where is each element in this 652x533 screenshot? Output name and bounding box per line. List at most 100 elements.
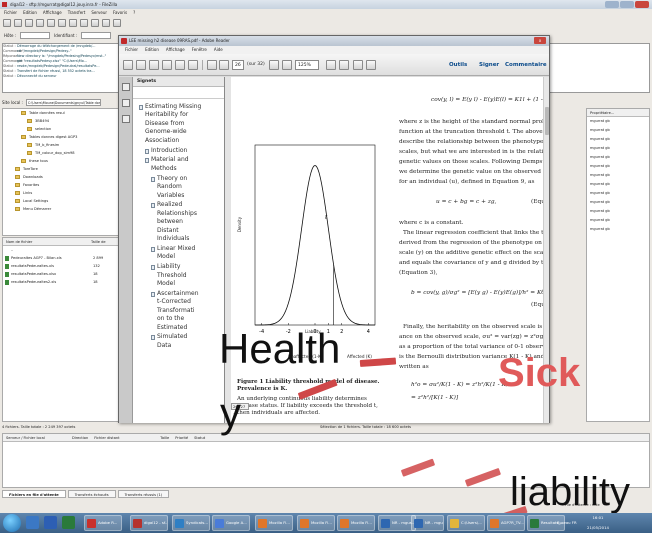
tree-item[interactable]: 3BB494 — [3, 117, 118, 125]
menu-transfert[interactable]: Transfert — [68, 9, 86, 17]
reader-menu-affichage[interactable]: Affichage — [166, 46, 185, 54]
col-server[interactable]: Serveur / Fichier local — [6, 434, 66, 441]
bookmark-item[interactable]: Ascertainmen t-Corrected Transformati on… — [157, 290, 199, 332]
menu-edition[interactable]: Edition — [23, 9, 37, 17]
pages-icon[interactable] — [122, 83, 130, 91]
col-remote[interactable]: Fichier distant — [94, 434, 154, 441]
menu-affichage[interactable]: Affichage — [43, 9, 62, 17]
reader-menu-aide[interactable]: Aide — [214, 46, 223, 54]
taskbar-button[interactable]: Syndicats... — [172, 515, 210, 531]
sign-link[interactable]: Signer — [479, 60, 499, 70]
taskbar-button[interactable]: Resultats_... — [527, 515, 565, 531]
host-input[interactable] — [20, 31, 51, 39]
taskbar-button[interactable]: Mozilla Fi... — [297, 515, 335, 531]
create-pdf-icon[interactable] — [136, 60, 146, 70]
bookmark-item[interactable]: Simulated Data — [157, 333, 187, 350]
tree-item[interactable]: ToreTore — [3, 165, 118, 173]
taskbar-button[interactable]: Adobe R... — [84, 515, 122, 531]
bookmark-item[interactable]: Estimating Missing Heritability for Dise… — [145, 103, 201, 145]
zoom-out-icon[interactable] — [269, 60, 279, 70]
toggle-tree-icon[interactable] — [25, 19, 33, 27]
file-row[interactable]: resultatsPedeuraltes.xlsx 18 — [3, 270, 118, 278]
comment-link[interactable]: Commentaire — [505, 60, 547, 70]
owner-cell[interactable]: mgurrat gb — [587, 225, 649, 234]
tab-queued[interactable]: Fichiers en file d'attente — [2, 490, 66, 498]
taskbar-button[interactable]: digal12 - sf... — [130, 515, 168, 531]
taskbar-button[interactable]: C:\Users\... — [447, 515, 485, 531]
email-icon[interactable] — [188, 60, 198, 70]
close-button[interactable] — [635, 1, 649, 8]
col-owner[interactable]: Propriétaire... — [587, 109, 649, 117]
menu-help[interactable]: ? — [133, 9, 135, 17]
comment-icon[interactable] — [353, 60, 363, 70]
tools-link[interactable]: Outils — [449, 60, 467, 70]
bookmark-item[interactable]: Realized Relationships between Distant I… — [157, 201, 197, 243]
col-priority[interactable]: Priorité — [175, 434, 188, 441]
file-row[interactable]: resultatsPedeuraltes.xls 132 — [3, 262, 118, 270]
edit-icon[interactable] — [149, 60, 159, 70]
tree-item[interactable]: selection — [3, 125, 118, 133]
pdf-scroll-thumb[interactable] — [545, 107, 549, 135]
taskbar-button[interactable]: Mozilla Fi... — [337, 515, 375, 531]
tree-item[interactable]: Downloads — [3, 173, 118, 181]
tree-item[interactable]: TM_b_finesim — [3, 141, 118, 149]
local-site-input[interactable]: C:\Users\Moune\Documents\gnyul\Table don… — [25, 98, 101, 106]
owner-cell[interactable]: mgurrat gb — [587, 126, 649, 135]
menu-favoris[interactable]: Favoris — [113, 9, 127, 17]
owner-cell[interactable]: mgurrat gb — [587, 189, 649, 198]
compare-icon[interactable] — [113, 19, 121, 27]
owner-cell[interactable]: mgurrat gb — [587, 207, 649, 216]
reader-menu-edition[interactable]: Edition — [145, 46, 159, 54]
owner-cell[interactable]: mgurrat gb — [587, 216, 649, 225]
site-manager-icon[interactable] — [3, 19, 11, 27]
taskbar-button[interactable]: Google A... — [212, 515, 250, 531]
tree-item[interactable]: TM_colour_dop_sim98 — [3, 149, 118, 157]
excel-icon[interactable] — [62, 516, 75, 529]
owner-cell[interactable]: mgurrat gb — [587, 144, 649, 153]
attachments-icon[interactable] — [122, 115, 130, 123]
taskbar-button[interactable]: AGP7R_TV... — [487, 515, 525, 531]
col-size[interactable]: Taille de — [91, 238, 106, 245]
user-input[interactable] — [81, 31, 112, 39]
owner-cell[interactable]: mgurrat gb — [587, 162, 649, 171]
fit-page-icon[interactable] — [326, 60, 336, 70]
tree-item[interactable]: Table données resul — [3, 109, 118, 117]
bookmark-item[interactable]: Material and Methods — [151, 156, 189, 173]
reader-menu-fichier[interactable]: Fichier — [125, 46, 138, 54]
next-page-icon[interactable] — [219, 60, 229, 70]
menu-serveur[interactable]: Serveur — [91, 9, 107, 17]
bookmark-item[interactable]: Liability Threshold Model — [157, 263, 187, 288]
col-filename[interactable]: Nom de fichier — [3, 238, 91, 245]
bookmark-item[interactable]: Theory on Random Variables — [157, 175, 187, 200]
reader-menu-fenetre[interactable]: Fenêtre — [192, 46, 207, 54]
tab-successful[interactable]: Transferts réussis (1) — [117, 490, 170, 498]
reconnect-icon[interactable] — [91, 19, 99, 27]
highlight-icon[interactable] — [366, 60, 376, 70]
col-status[interactable]: Statut — [194, 434, 205, 441]
zoom-select[interactable]: 125% — [295, 60, 319, 70]
tree-item[interactable]: Menu Démarrer — [3, 205, 118, 213]
taskbar-button[interactable]: NR - mgus... — [411, 515, 444, 531]
tree-item[interactable]: Local Settings — [3, 197, 118, 205]
word-icon[interactable] — [44, 516, 57, 529]
cancel-icon[interactable] — [69, 19, 77, 27]
owner-cell[interactable]: mgurrat gb — [587, 180, 649, 189]
disconnect-icon[interactable] — [80, 19, 88, 27]
refresh-icon[interactable] — [47, 19, 55, 27]
toggle-remote-tree-icon[interactable] — [36, 19, 44, 27]
owner-cell[interactable]: mgurrat gb — [587, 117, 649, 126]
print-icon[interactable] — [175, 60, 185, 70]
reader-close-button[interactable]: x — [534, 37, 546, 44]
minimize-button[interactable] — [605, 1, 619, 8]
bookmark-item[interactable]: Linear Mixed Model — [157, 245, 195, 262]
start-button[interactable] — [3, 514, 21, 532]
maximize-button[interactable] — [620, 1, 634, 8]
col-direction[interactable]: Direction — [72, 434, 88, 441]
explorer-icon[interactable] — [26, 516, 39, 529]
filter-icon[interactable] — [102, 19, 110, 27]
save-icon[interactable] — [162, 60, 172, 70]
owner-cell[interactable]: mgurrat gb — [587, 135, 649, 144]
bookmarks-icon[interactable] — [122, 99, 130, 107]
clock[interactable]: 16:01 21/05/2014 — [578, 513, 618, 533]
owner-cell[interactable]: mgurrat gb — [587, 198, 649, 207]
